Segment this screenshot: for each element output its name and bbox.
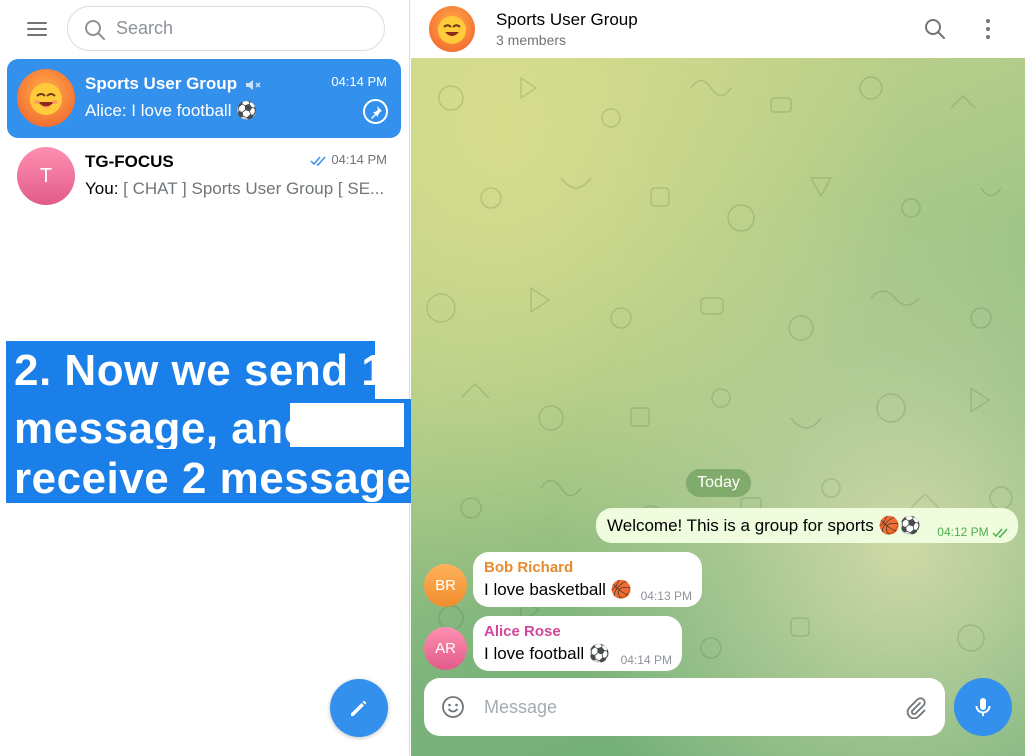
smiling-face-avatar-icon (438, 16, 466, 44)
message-sender[interactable]: Alice Rose (484, 623, 561, 640)
voice-message-button[interactable] (954, 678, 1012, 736)
message-sender[interactable]: Bob Richard (484, 559, 573, 576)
emoji-icon[interactable] (441, 695, 465, 719)
chat-members-count: 3 members (496, 32, 567, 48)
chat-item-tg-focus[interactable]: T TG-FOCUS You: [ CHAT ] Sports User Gro… (7, 137, 401, 216)
group-avatar (17, 69, 75, 127)
muted-icon (245, 79, 261, 90)
caption-line-2: message, and (6, 399, 311, 451)
message-text: I love basketball 🏀 (484, 580, 632, 599)
avatar[interactable]: BR (424, 564, 467, 607)
chat-header[interactable]: Sports User Group 3 members (411, 0, 1025, 58)
new-message-button[interactable] (330, 679, 388, 737)
message-bubble-outgoing[interactable]: Welcome! This is a group for sports 🏀⚽ 0… (596, 508, 1018, 543)
message-text: Welcome! This is a group for sports 🏀⚽ (607, 516, 921, 535)
avatar[interactable]: AR (424, 627, 467, 670)
message-meta: 04:12 PM (937, 525, 1008, 539)
caption-gap (290, 403, 404, 447)
message-bubble-incoming[interactable]: Bob Richard I love basketball 🏀 04:13 PM (473, 552, 702, 607)
caption-line-1: 2. Now we send 1 (6, 341, 386, 400)
search-box[interactable] (67, 6, 385, 51)
microphone-icon (975, 698, 991, 716)
date-separator: Today (686, 469, 751, 497)
chat-time: 04:14 PM (331, 74, 387, 89)
message-time: 04:13 PM (640, 589, 692, 603)
search-input[interactable] (116, 7, 366, 50)
chat-name: Sports User Group (85, 74, 261, 94)
smiling-face-avatar-icon (30, 83, 62, 115)
hamburger-menu-icon[interactable] (20, 14, 54, 44)
message-bubble-incoming[interactable]: Alice Rose I love football ⚽ 04:14 PM (473, 616, 682, 671)
message-text: I love football ⚽ (484, 644, 611, 663)
chat-item-sports-user-group[interactable]: Sports User Group Alice: I love football… (7, 59, 401, 138)
more-options-icon[interactable] (978, 17, 998, 41)
chat-last-message: Alice: I love football ⚽ (85, 101, 258, 120)
chat-list-panel: Sports User Group Alice: I love football… (0, 0, 449, 756)
pin-icon (363, 99, 388, 124)
caption-line-3: receive 2 messages. (14, 454, 450, 503)
double-check-icon (992, 528, 1008, 538)
double-check-icon (310, 156, 326, 166)
chat-title: Sports User Group (496, 10, 638, 29)
search-icon[interactable] (923, 17, 947, 41)
avatar-letter: T (39, 164, 53, 187)
search-icon (85, 20, 105, 40)
chat-time: 04:14 PM (310, 152, 387, 167)
pencil-icon (351, 700, 367, 716)
group-avatar[interactable] (429, 6, 475, 52)
chat-last-message: You: [ CHAT ] Sports User Group [ SE... (85, 179, 385, 198)
message-composer (424, 678, 945, 736)
attach-icon[interactable] (903, 695, 927, 719)
chat-name: TG-FOCUS (85, 152, 174, 171)
message-input[interactable] (484, 678, 884, 736)
chat-panel: Sports User Group 3 members Today Welcom… (411, 0, 1025, 756)
message-time: 04:14 PM (620, 653, 672, 667)
avatar: T (17, 147, 75, 205)
